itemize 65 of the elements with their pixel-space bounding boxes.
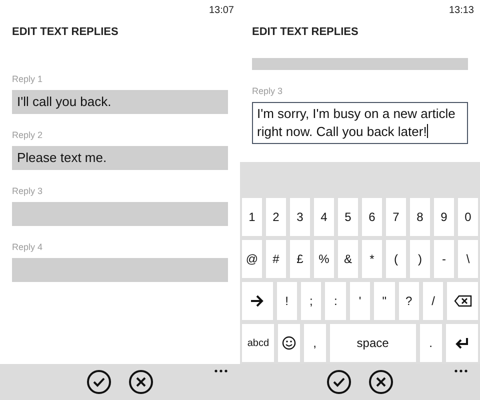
checkmark-icon <box>93 377 105 387</box>
text-field[interactable]: Please text me. <box>12 146 228 170</box>
key[interactable]: \ <box>458 240 478 278</box>
arrow-icon <box>250 295 264 307</box>
space-key[interactable]: space <box>330 324 416 362</box>
key[interactable]: 2 <box>266 198 286 236</box>
cancel-button[interactable] <box>129 370 153 394</box>
key[interactable]: ! <box>276 282 297 320</box>
key[interactable]: : <box>325 282 346 320</box>
mode-key[interactable]: abcd <box>242 324 274 362</box>
close-icon <box>136 377 146 387</box>
field-label: Reply 3 <box>12 186 44 198</box>
key[interactable]: ; <box>301 282 322 320</box>
key[interactable]: . <box>420 324 442 362</box>
enter-icon <box>454 337 469 349</box>
clock-time: 13:07 <box>208 5 234 16</box>
key[interactable]: ' <box>350 282 370 320</box>
more-icon[interactable] <box>454 369 468 373</box>
cancel-button[interactable] <box>369 370 393 394</box>
key[interactable]: 6 <box>362 198 382 236</box>
key[interactable]: ? <box>398 282 420 320</box>
key[interactable]: * <box>362 240 382 278</box>
key[interactable]: ) <box>410 240 430 278</box>
key[interactable]: 4 <box>314 198 334 236</box>
key[interactable]: 5 <box>338 198 358 236</box>
key[interactable]: # <box>266 240 286 278</box>
key[interactable]: , <box>304 324 326 362</box>
backspace-icon <box>454 295 472 307</box>
arrow-key[interactable] <box>242 282 273 320</box>
smiley-icon <box>282 336 296 350</box>
key[interactable]: 3 <box>290 198 310 236</box>
text-field[interactable]: I'll call you back. <box>12 90 228 114</box>
page-title: EDIT TEXT REPLIES <box>251 25 360 40</box>
checkmark-icon <box>333 377 345 387</box>
text-field[interactable] <box>12 202 228 226</box>
enter-key[interactable] <box>446 324 478 362</box>
key[interactable]: 8 <box>410 198 430 236</box>
more-icon[interactable] <box>214 369 228 373</box>
save-button[interactable] <box>327 370 351 394</box>
text-field[interactable]: I'm sorry, I'm busy on a new article right now. Call you back later! <box>252 102 468 144</box>
key[interactable]: £ <box>290 240 310 278</box>
save-button[interactable] <box>87 370 111 394</box>
close-icon <box>376 377 386 387</box>
key[interactable]: 1 <box>242 198 262 236</box>
key[interactable]: - <box>434 240 454 278</box>
text-cursor <box>426 124 428 138</box>
field-label: Reply 3 <box>252 86 284 98</box>
key[interactable]: % <box>314 240 334 278</box>
emoji-key[interactable] <box>278 324 300 362</box>
key[interactable]: 0 <box>458 198 478 236</box>
key[interactable]: 7 <box>386 198 406 236</box>
text-field[interactable] <box>252 58 468 70</box>
key[interactable]: & <box>338 240 358 278</box>
text-field[interactable] <box>12 258 228 282</box>
key[interactable]: @ <box>242 240 262 278</box>
field-label: Reply 4 <box>12 242 44 254</box>
key[interactable]: / <box>423 282 444 320</box>
key[interactable]: 9 <box>434 198 454 236</box>
key[interactable]: ( <box>386 240 406 278</box>
field-label: Reply 1 <box>12 74 44 86</box>
field-label: Reply 2 <box>12 130 44 142</box>
backspace-key[interactable] <box>447 282 478 320</box>
clock-time: 13:13 <box>448 5 474 16</box>
page-title: EDIT TEXT REPLIES <box>11 25 120 40</box>
key[interactable]: " <box>374 282 395 320</box>
